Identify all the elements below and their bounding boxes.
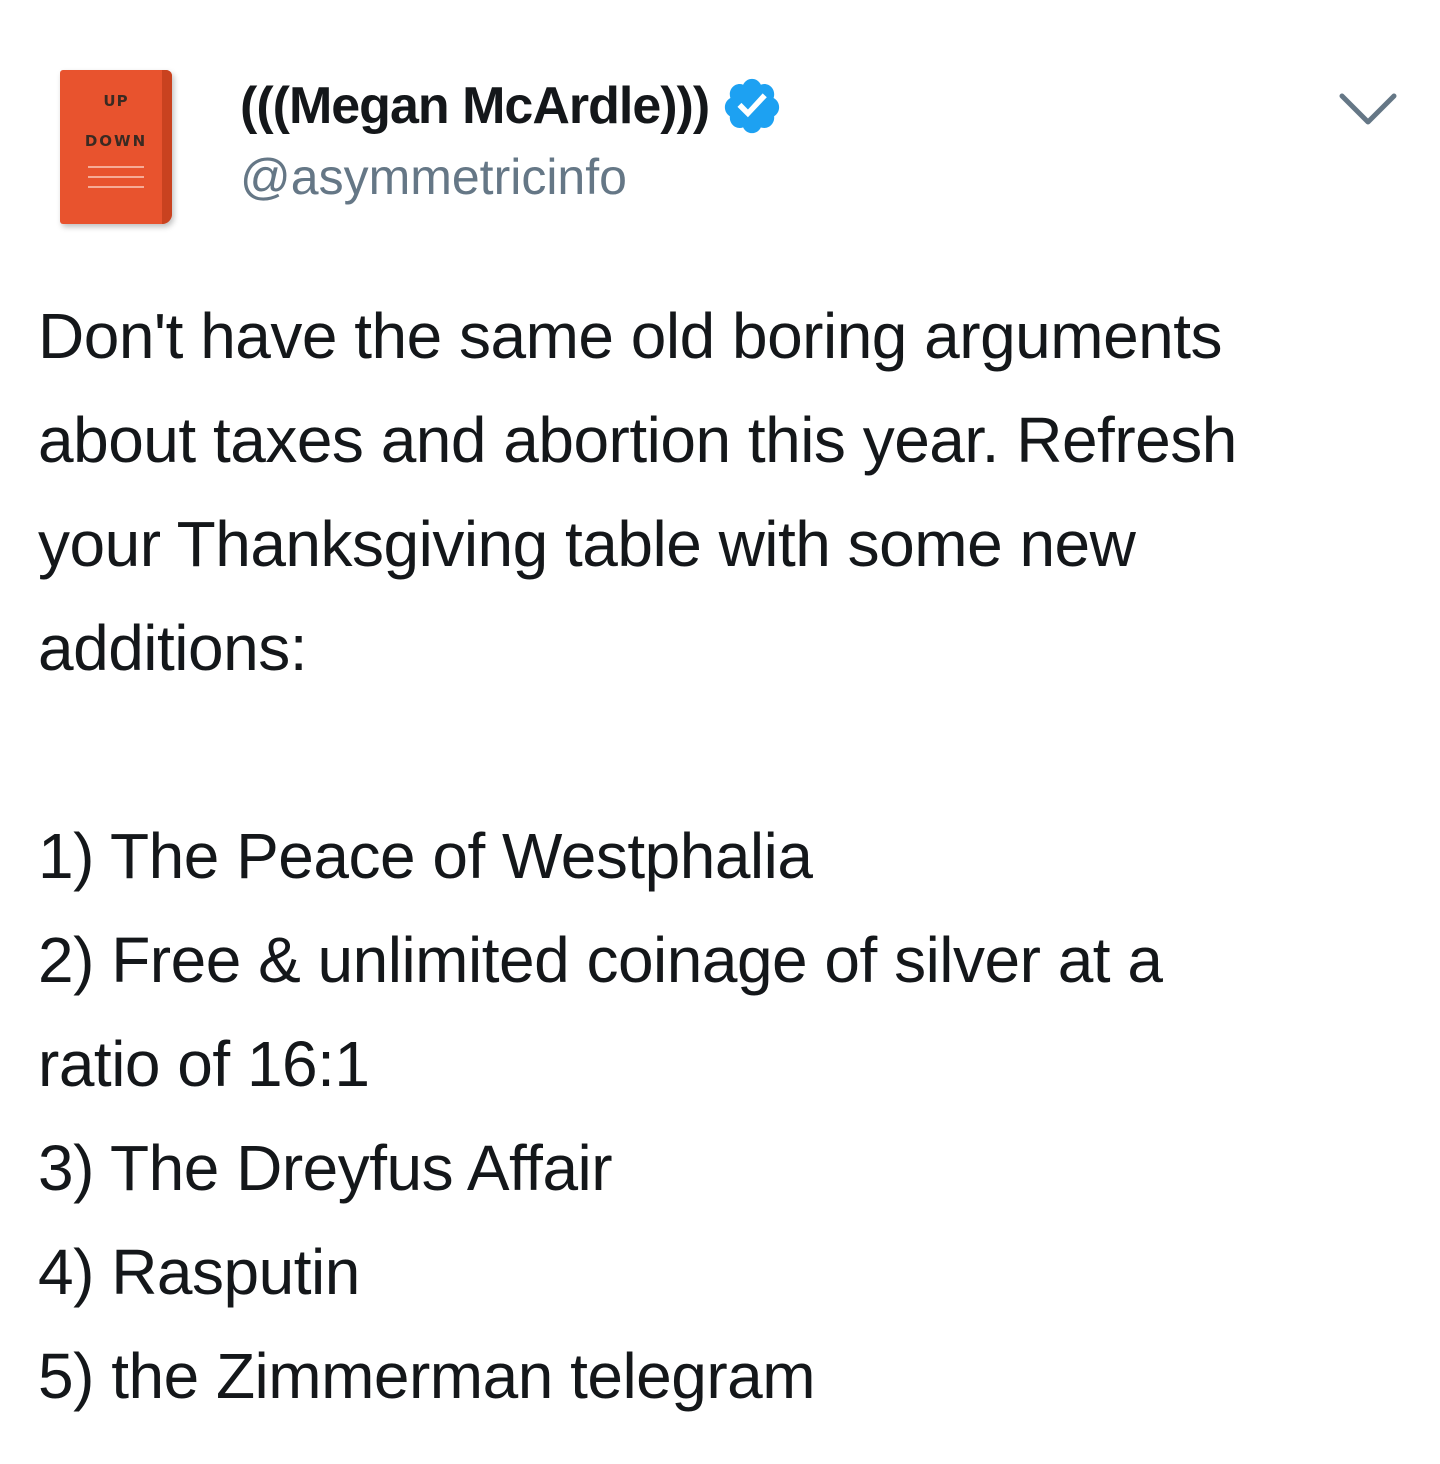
avatar[interactable]: UP DOWN	[36, 64, 192, 228]
display-name[interactable]: (((Megan McArdle)))	[240, 76, 710, 136]
list-item-continuation: ratio of 16:1	[38, 1028, 370, 1100]
book-title-top: UP	[103, 92, 129, 110]
tweet-text-line: additions:	[38, 612, 307, 684]
paragraph-break	[38, 700, 1418, 804]
list-item: 4) Rasputin	[38, 1236, 360, 1308]
verified-badge-icon	[725, 78, 780, 134]
tweet-text: Don't have the same old boring arguments…	[38, 284, 1418, 1428]
list-item: 2) Free & unlimited coinage of silver at…	[38, 924, 1163, 996]
username-handle[interactable]: @asymmetricinfo	[240, 148, 627, 206]
tweet-text-line: about taxes and abortion this year. Refr…	[38, 404, 1237, 476]
tweet-text-line: Don't have the same old boring arguments	[38, 300, 1223, 372]
book-subtitle-lines	[88, 166, 144, 196]
book-title-bottom: DOWN	[84, 132, 148, 150]
book-cover-avatar-icon: UP DOWN	[60, 70, 172, 224]
list-item: 5) the Zimmerman telegram	[38, 1340, 816, 1412]
author-name-row: (((Megan McArdle)))	[240, 74, 783, 138]
list-item: 1) The Peace of Westphalia	[38, 820, 813, 892]
list-item: 3) The Dreyfus Affair	[38, 1132, 613, 1204]
tweet-text-line: your Thanksgiving table with some new	[38, 508, 1136, 580]
tweet: UP DOWN (((Megan McArdle))) @asymmetrici…	[0, 0, 1440, 1464]
chevron-down-icon[interactable]	[1336, 84, 1400, 132]
